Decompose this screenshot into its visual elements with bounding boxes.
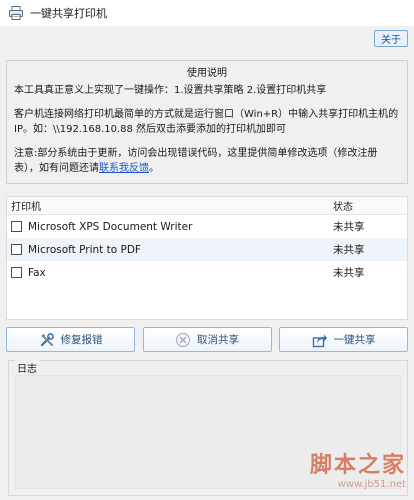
instructions-text-1: 本工具真正意义上实现了一键操作：1.设置共享策略 2.设置打印机共享: [14, 85, 327, 96]
instructions-text-3: 注意:部分系统由于更新，访问会出现错误代码，这里提供简单修改选项（修改注册表），…: [14, 146, 400, 176]
action-bar: 修复报错 取消共享 一键共享: [6, 327, 408, 352]
watermark-text: 脚本之家: [309, 452, 406, 478]
repair-button-label: 修复报错: [60, 334, 103, 346]
printer-name: Microsoft Print to PDF: [28, 243, 141, 256]
instructions-note: 注意:部分系统由于更新，访问会出现错误代码，这里提供简单修改选项（修改注册表），…: [14, 148, 378, 174]
printer-icon: [9, 6, 23, 20]
share-icon: [312, 334, 327, 347]
unshare-button-label: 取消共享: [197, 334, 239, 346]
printer-checkbox[interactable]: [11, 221, 22, 232]
share-button[interactable]: 一键共享: [279, 327, 408, 352]
feedback-link[interactable]: 联系我反馈: [99, 163, 149, 174]
tools-icon: [40, 332, 54, 346]
title-bar: 一键共享打印机: [0, 0, 414, 26]
repair-button[interactable]: 修复报错: [6, 327, 135, 352]
instructions-panel: 使用说明 本工具真正意义上实现了一键操作：1.设置共享策略 2.设置打印机共享 …: [6, 60, 408, 184]
watermark: 脚本之家 www.jb51.net: [310, 447, 406, 490]
column-header-status[interactable]: 状态: [333, 198, 407, 213]
unshare-button[interactable]: 取消共享: [142, 327, 272, 352]
printer-status: 未共享: [333, 267, 365, 279]
watermark-url: www.jb51.net: [337, 479, 406, 490]
about-button[interactable]: 关于: [374, 30, 408, 47]
share-button-label: 一键共享: [333, 334, 376, 346]
printer-list: 打印机 状态 Microsoft XPS Document Writer 未共享…: [6, 196, 408, 320]
instructions-note-end: 。: [149, 163, 159, 174]
instructions-heading: 使用说明: [187, 68, 227, 79]
printer-status: 未共享: [333, 244, 365, 256]
column-header-printer[interactable]: 打印机: [7, 198, 333, 213]
cancel-icon: [175, 332, 191, 347]
printer-checkbox[interactable]: [11, 244, 22, 255]
window-title: 一键共享打印机: [30, 7, 107, 20]
printer-name: Fax: [28, 266, 46, 279]
log-label: 日志: [15, 360, 39, 375]
printer-row[interactable]: Microsoft Print to PDF 未共享: [7, 238, 407, 261]
instructions-text-2: 客户机连接网络打印机最简单的方式就是运行窗口（Win+R）中输入共享打印机主机的…: [14, 109, 399, 135]
printer-status: 未共享: [333, 221, 365, 233]
printer-row[interactable]: Fax 未共享: [7, 261, 407, 284]
printer-row[interactable]: Microsoft XPS Document Writer 未共享: [7, 215, 407, 238]
printer-checkbox[interactable]: [11, 267, 22, 278]
printer-list-header: 打印机 状态: [7, 197, 407, 215]
printer-name: Microsoft XPS Document Writer: [28, 220, 193, 233]
app-window: 一键共享打印机 关于 使用说明 本工具真正意义上实现了一键操作：1.设置共享策略…: [0, 0, 414, 500]
